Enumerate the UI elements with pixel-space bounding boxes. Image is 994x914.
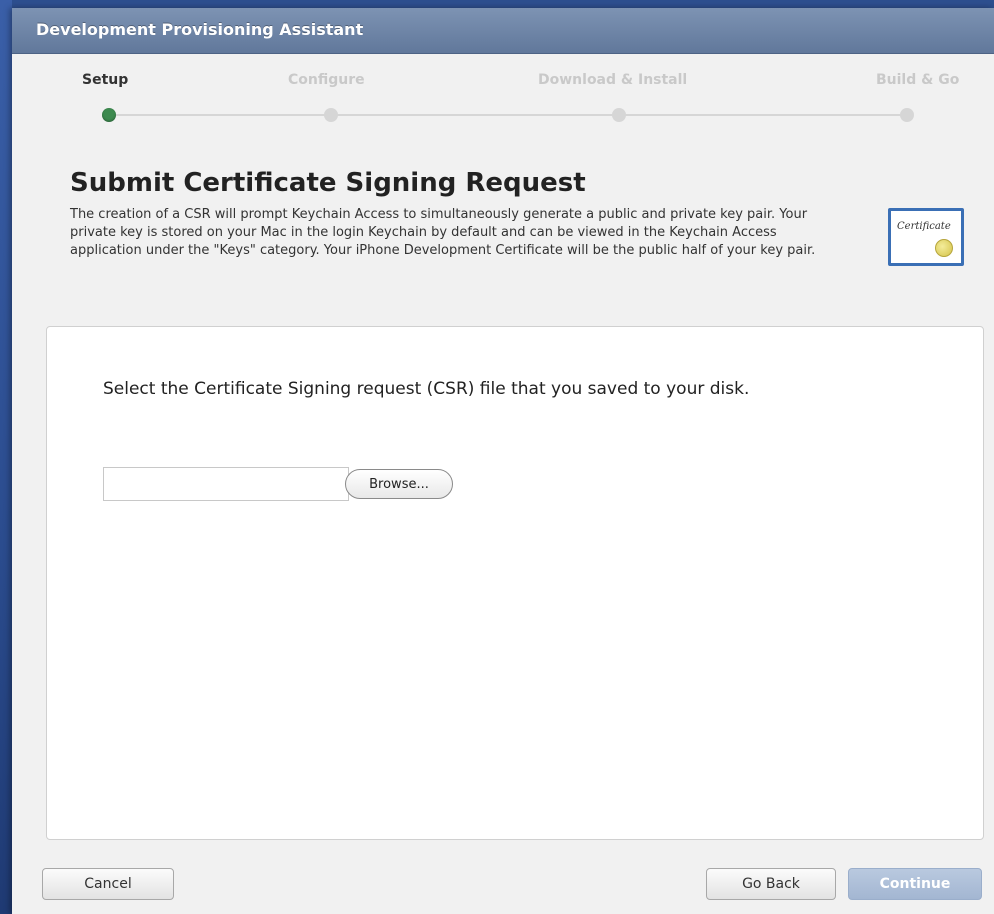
step-download-install-dot [612, 108, 626, 122]
certificate-icon: Certificate [888, 208, 964, 266]
desktop-background [0, 0, 12, 914]
continue-button[interactable]: Continue [848, 868, 982, 900]
step-progress-line [109, 114, 907, 116]
step-setup-dot [102, 108, 116, 122]
step-setup-label: Setup [82, 72, 129, 88]
browse-button[interactable]: Browse... [345, 469, 453, 499]
page-description: The creation of a CSR will prompt Keycha… [70, 207, 816, 258]
page-title: Submit Certificate Signing Request [70, 168, 586, 198]
csr-upload-panel: Select the Certificate Signing request (… [46, 326, 984, 840]
step-configure-label: Configure [288, 72, 365, 88]
go-back-button[interactable]: Go Back [706, 868, 836, 900]
window-title: Development Provisioning Assistant [36, 20, 364, 39]
upload-instruction: Select the Certificate Signing request (… [103, 379, 750, 399]
certificate-icon-text: Certificate [897, 221, 951, 232]
step-build-go-dot [900, 108, 914, 122]
csr-file-input[interactable] [103, 467, 349, 501]
titlebar: Development Provisioning Assistant [12, 8, 994, 54]
step-build-go-label: Build & Go [876, 72, 960, 88]
assistant-window: Development Provisioning Assistant Setup… [12, 8, 994, 914]
step-download-install-label: Download & Install [538, 72, 688, 88]
cancel-button[interactable]: Cancel [42, 868, 174, 900]
step-configure-dot [324, 108, 338, 122]
step-progress: Setup Configure Download & Install Build… [12, 54, 994, 134]
certificate-seal [935, 239, 953, 257]
